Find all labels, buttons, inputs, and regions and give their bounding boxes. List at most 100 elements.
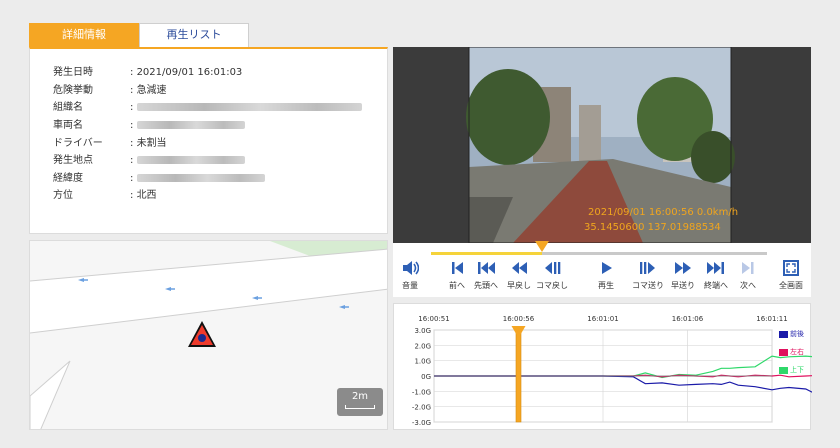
redacted-value	[136, 156, 245, 164]
detail-label: 危険挙動	[53, 85, 93, 96]
detail-label: 組織名	[53, 102, 83, 113]
control-label: 全画面	[779, 281, 803, 290]
tab-playlist[interactable]: 再生リスト	[139, 23, 249, 47]
acceleration-graph: 3.0G 2.0G 1.0G 0G -1.0G -2.0G -3.0G 16:00:51 16:…	[393, 303, 840, 430]
skip-first-icon	[478, 262, 495, 274]
y-tick-label: -2.0G	[412, 404, 431, 412]
map-view[interactable]: 2m	[29, 240, 388, 430]
legend-fore-aft: 前後	[779, 330, 804, 339]
tab-details[interactable]: 詳細情報	[29, 23, 139, 47]
last-button[interactable]: 終端へ	[699, 259, 733, 291]
map-scale-bar: 2m	[337, 388, 383, 416]
y-tick-label: 0G	[421, 373, 431, 381]
frame-back-button[interactable]: コマ戻し	[535, 259, 569, 291]
detail-separator: :	[130, 155, 134, 166]
legend-swatch	[779, 348, 788, 356]
frame-forward-icon	[640, 262, 655, 274]
first-button[interactable]: 先頭へ	[469, 259, 503, 291]
detail-row-behavior: 危険挙動: 急減速	[53, 84, 167, 98]
play-button[interactable]: 再生	[589, 259, 623, 291]
fast-forward-button[interactable]: 早送り	[666, 259, 700, 291]
speaker-icon	[403, 261, 419, 275]
x-tick-label: 16:01:01	[587, 315, 618, 323]
detail-value: 2021/09/01 16:01:03	[136, 67, 243, 78]
detail-row-location: 発生地点:	[53, 154, 245, 168]
frame-back-icon	[545, 262, 561, 274]
x-tick-label: 16:00:51	[418, 315, 449, 323]
rewind-icon	[512, 262, 527, 274]
y-tick-label: -3.0G	[412, 419, 431, 427]
map-canvas	[30, 241, 387, 429]
legend-swatch	[779, 330, 788, 338]
map-scale-line	[345, 405, 375, 409]
redacted-value	[136, 103, 362, 111]
detail-row-vehicle: 車両名:	[53, 119, 245, 133]
legend-label: 上下	[790, 366, 804, 374]
legend-left-right: 左右	[779, 348, 804, 357]
detail-separator: :	[130, 138, 134, 149]
y-tick-label: -1.0G	[412, 388, 431, 396]
rewind-button[interactable]: 早戻し	[502, 259, 536, 291]
detail-label: 経緯度	[53, 173, 83, 184]
detail-label: 方位	[53, 190, 73, 201]
detail-separator: :	[130, 190, 134, 201]
fullscreen-icon	[783, 260, 799, 276]
video-overlay-line1: 2021/09/01 16:00:56 0.0km/h	[588, 207, 739, 218]
skip-prev-icon	[452, 262, 463, 274]
skip-next-icon	[742, 262, 754, 274]
timeline-progress	[431, 252, 542, 255]
acceleration-chart: 3.0G 2.0G 1.0G 0G -1.0G -2.0G -3.0G 16:00:51 16:…	[412, 315, 840, 427]
timeline-thumb-icon[interactable]	[534, 241, 549, 253]
legend-label: 前後	[790, 330, 804, 338]
time-cursor-bar	[515, 329, 522, 423]
fast-forward-icon	[675, 262, 691, 274]
detail-separator: :	[130, 173, 134, 184]
control-label: 早戻し	[507, 281, 531, 290]
details-panel: 発生日時: 2021/09/01 16:01:03 危険挙動: 急減速 組織名:…	[29, 47, 388, 234]
detail-row-coordinates: 経緯度:	[53, 172, 265, 186]
detail-label: ドライバー	[53, 138, 103, 149]
y-tick-label: 3.0G	[414, 327, 431, 335]
next-button[interactable]: 次へ	[731, 259, 765, 291]
map-scale-label: 2m	[351, 391, 369, 402]
detail-separator: :	[130, 67, 134, 78]
control-label: 終端へ	[704, 281, 728, 290]
detail-row-organization: 組織名:	[53, 101, 362, 115]
control-label: コマ送り	[632, 281, 664, 290]
detail-value: 未割当	[136, 138, 167, 149]
control-label: 音量	[402, 281, 418, 290]
event-marker-icon[interactable]	[188, 321, 216, 347]
detail-value: 北西	[136, 190, 157, 201]
detail-separator: :	[130, 102, 134, 113]
detail-label: 車両名	[53, 120, 83, 131]
control-label: 再生	[598, 281, 614, 290]
legend-label: 左右	[790, 348, 804, 356]
control-label: 次へ	[740, 281, 756, 290]
y-tick-label: 1.0G	[414, 358, 431, 366]
detail-row-direction: 方位: 北西	[53, 189, 157, 203]
detail-label: 発生日時	[53, 67, 93, 78]
detail-separator: :	[130, 120, 134, 131]
control-label: 早送り	[671, 281, 695, 290]
y-tick-label: 2.0G	[414, 342, 431, 350]
volume-button[interactable]: 音量	[393, 259, 427, 291]
timeline-track[interactable]	[431, 241, 767, 255]
drive-recorder-viewer: 詳細情報 再生リスト 発生日時: 2021/09/01 16:01:03 危険挙…	[0, 0, 840, 448]
frame-forward-button[interactable]: コマ送り	[631, 259, 665, 291]
redacted-value	[136, 121, 245, 129]
control-label: 先頭へ	[474, 281, 498, 290]
detail-row-driver: ドライバー: 未割当	[53, 137, 167, 151]
tab-bar: 詳細情報 再生リスト	[29, 23, 249, 47]
legend-swatch	[779, 366, 788, 374]
play-icon	[602, 262, 612, 274]
video-player[interactable]: 2021/09/01 16:00:56 0.0km/h 35.1450600 1…	[393, 46, 811, 244]
fullscreen-button[interactable]: 全画面	[774, 259, 808, 291]
x-tick-label: 16:01:11	[756, 315, 787, 323]
video-overlay-line2: 35.1450600 137.01988534	[584, 222, 721, 233]
detail-value: 急減速	[136, 85, 167, 96]
map-road	[30, 249, 387, 333]
redacted-value	[136, 174, 265, 182]
detail-label: 発生地点	[53, 155, 93, 166]
playback-controls: 音量 前へ 先頭へ 早戻し コマ戻し 再生 コマ送り 早送り 終端へ 次へ 全画面	[393, 241, 811, 297]
detail-row-datetime: 発生日時: 2021/09/01 16:01:03	[53, 66, 242, 80]
